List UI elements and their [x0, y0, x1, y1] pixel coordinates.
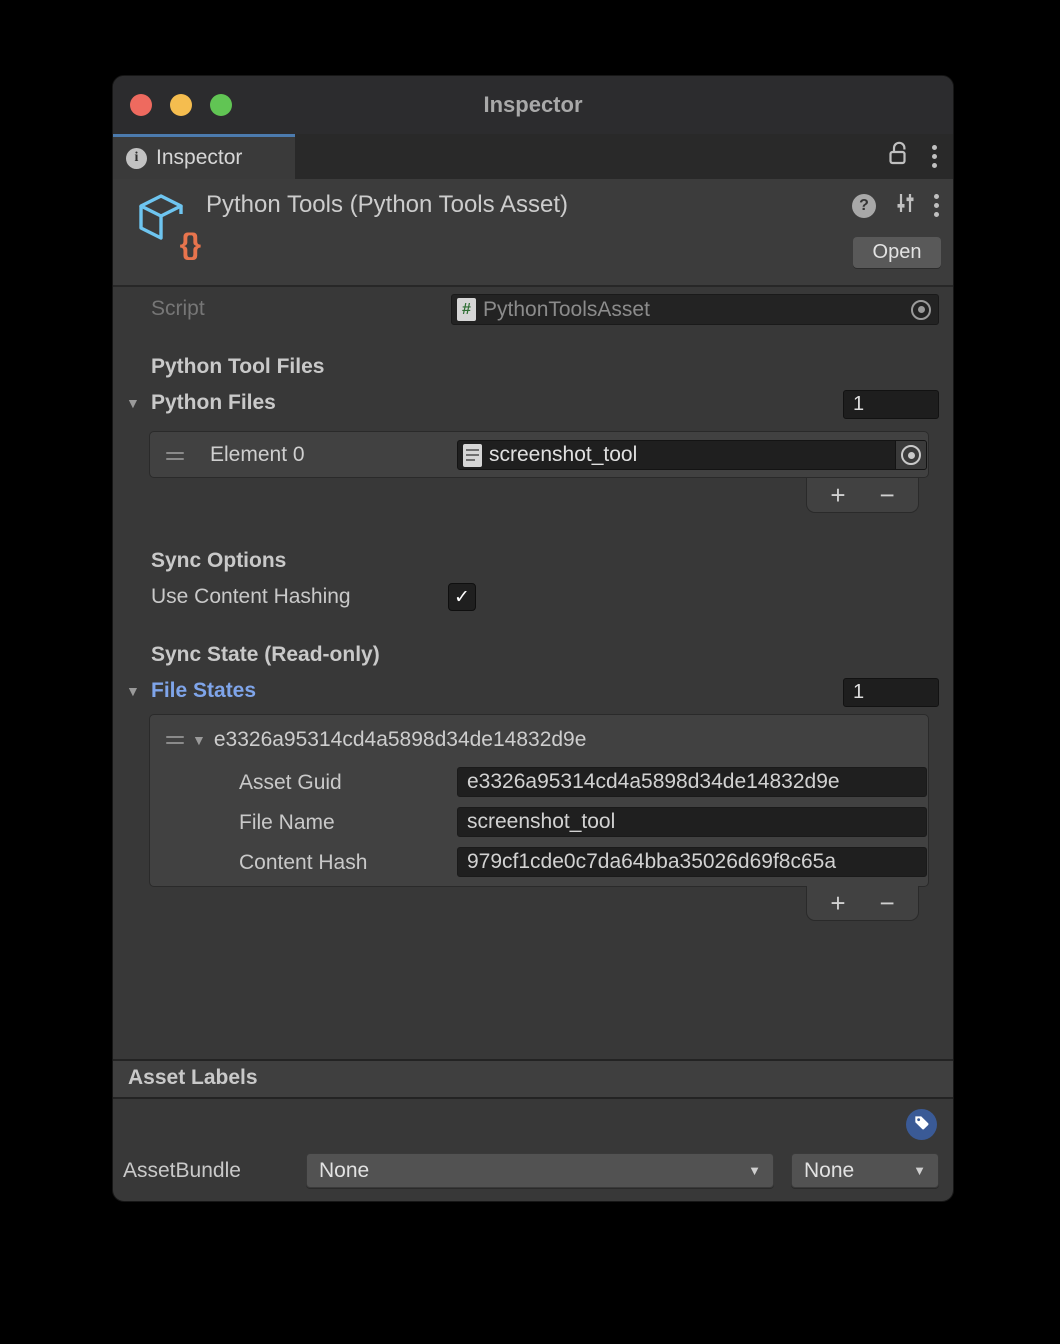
add-element-button[interactable]: +: [830, 482, 845, 508]
help-icon[interactable]: ?: [852, 194, 876, 218]
python-tools-asset-icon: {}: [135, 190, 197, 256]
window-title: Inspector: [113, 76, 953, 134]
chevron-down-icon: ▼: [748, 1163, 761, 1178]
file-state-guid-header[interactable]: e3326a95314cd4a5898d34de14832d9e: [214, 728, 587, 752]
use-content-hashing-label: Use Content Hashing: [151, 585, 351, 609]
file-state-foldout-icon[interactable]: ▼: [192, 732, 206, 748]
drag-handle-icon[interactable]: [166, 732, 184, 748]
assetbundle-label: AssetBundle: [123, 1159, 241, 1183]
asset-labels-header: Asset Labels: [128, 1066, 258, 1090]
file-states-foldout-icon[interactable]: ▼: [126, 683, 140, 699]
tag-icon: [912, 1113, 931, 1137]
asset-guid-field[interactable]: e3326a95314cd4a5898d34de14832d9e: [457, 767, 927, 797]
python-files-count-field[interactable]: 1: [843, 390, 939, 419]
tab-strip: i Inspector: [113, 134, 953, 179]
chevron-down-icon: ▼: [913, 1163, 926, 1178]
asset-label-tag-button[interactable]: [906, 1109, 937, 1140]
content-hash-field[interactable]: 979cf1cde0c7da64bba35026d69f8c65a: [457, 847, 927, 877]
braces-icon: {}: [180, 230, 199, 260]
remove-file-state-button[interactable]: −: [880, 890, 895, 916]
script-label: Script: [151, 297, 205, 321]
python-files-list-footer: + −: [806, 478, 919, 513]
assetbundle-variant-dropdown[interactable]: None ▼: [791, 1153, 939, 1188]
element-0-object-picker-icon[interactable]: [901, 445, 921, 465]
tab-label: Inspector: [156, 146, 242, 170]
component-title: Python Tools (Python Tools Asset): [206, 191, 568, 219]
file-state-item: ▼ e3326a95314cd4a5898d34de14832d9e Asset…: [149, 714, 929, 887]
remove-element-button[interactable]: −: [880, 482, 895, 508]
asset-guid-label: Asset Guid: [239, 771, 342, 795]
info-icon: i: [126, 148, 147, 169]
add-file-state-button[interactable]: +: [830, 890, 845, 916]
file-name-label: File Name: [239, 811, 335, 835]
titlebar: Inspector: [113, 76, 953, 135]
component-menu-kebab-icon[interactable]: [934, 194, 939, 217]
assetbundle-dropdown[interactable]: None ▼: [306, 1153, 774, 1188]
inspector-window: Inspector i Inspector: [112, 75, 954, 1202]
assetbundle-variant-value: None: [804, 1159, 854, 1183]
open-button[interactable]: Open: [853, 237, 941, 268]
component-header: {} Python Tools (Python Tools Asset) ? O…: [113, 179, 953, 287]
text-asset-icon: [463, 444, 482, 467]
sync-state-header: Sync State (Read-only): [151, 643, 380, 667]
unlock-icon[interactable]: [886, 140, 910, 173]
file-states-list-footer: + −: [806, 886, 919, 921]
csharp-script-icon: #: [457, 298, 476, 321]
sync-options-header: Sync Options: [151, 549, 286, 573]
script-field-value: PythonToolsAsset: [483, 298, 650, 322]
script-object-picker-icon[interactable]: [911, 300, 931, 320]
python-files-foldout-icon[interactable]: ▼: [126, 395, 140, 411]
assetbundle-value: None: [319, 1159, 369, 1183]
file-name-field[interactable]: screenshot_tool: [457, 807, 927, 837]
desktop: Inspector i Inspector: [0, 0, 1060, 1344]
python-tool-files-header: Python Tool Files: [151, 355, 324, 379]
python-files-foldout-label[interactable]: Python Files: [151, 391, 276, 415]
element-0-label: Element 0: [210, 443, 305, 467]
use-content-hashing-checkbox[interactable]: ✓: [448, 583, 476, 611]
element-0-value: screenshot_tool: [489, 443, 637, 467]
drag-handle-icon[interactable]: [166, 448, 184, 464]
element-0-object-field[interactable]: screenshot_tool: [457, 440, 927, 470]
checkmark-icon: ✓: [454, 586, 470, 609]
python-files-list: Element 0 screenshot_tool: [149, 431, 929, 478]
content-hash-label: Content Hash: [239, 851, 367, 875]
script-object-field[interactable]: # PythonToolsAsset: [451, 294, 939, 325]
tab-inspector[interactable]: i Inspector: [113, 134, 295, 179]
asset-labels-bar: Asset Labels: [113, 1059, 953, 1099]
tab-menu-kebab-icon[interactable]: [932, 145, 937, 168]
presets-icon[interactable]: [893, 191, 917, 220]
file-states-foldout-label[interactable]: File States: [151, 679, 256, 703]
file-states-count-field[interactable]: 1: [843, 678, 939, 707]
